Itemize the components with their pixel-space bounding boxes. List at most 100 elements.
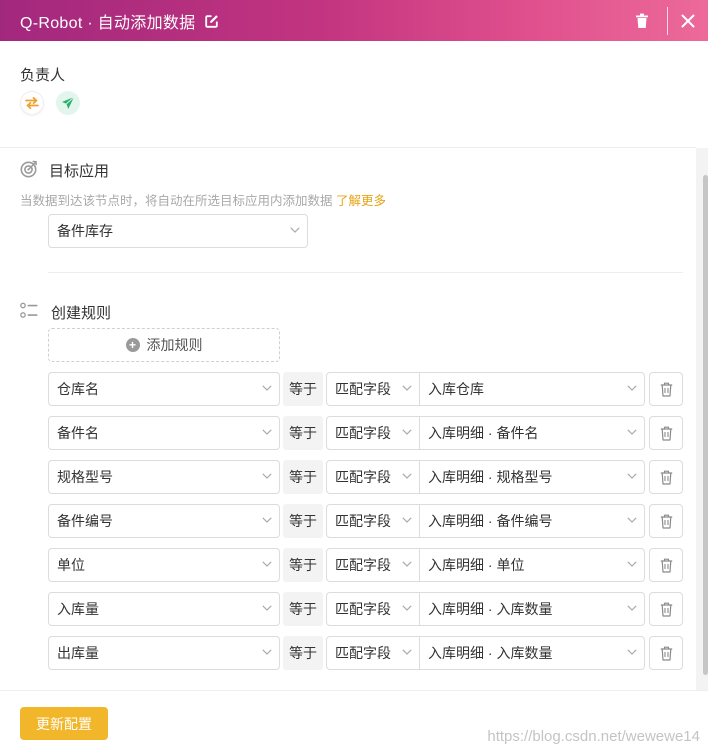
rule-field-value: 仓库名 [57, 381, 99, 397]
owner-switch-button[interactable] [20, 91, 44, 115]
rule-field-select[interactable]: 出库量 [48, 636, 280, 670]
owner-send-button[interactable] [56, 91, 80, 115]
rule-field-value: 入库量 [57, 601, 99, 617]
swap-icon [25, 97, 39, 109]
section-divider-2 [48, 272, 683, 273]
rule-operator: 等于 [283, 636, 323, 670]
rule-field-select[interactable]: 备件名 [48, 416, 280, 450]
close-button[interactable] [668, 0, 708, 41]
add-rule-label: 添加规则 [146, 337, 203, 353]
rule-value-text: 入库明细 · 入库数量 [428, 645, 553, 661]
edit-icon[interactable] [204, 14, 219, 28]
chevron-down-icon [627, 385, 637, 391]
rule-field-select[interactable]: 仓库名 [48, 372, 280, 406]
rule-mode-value: 匹配字段 [335, 601, 391, 617]
rule-mode-select[interactable]: 匹配字段 [326, 548, 420, 582]
update-config-button[interactable]: 更新配置 [20, 707, 108, 740]
chevron-down-icon [262, 561, 272, 567]
rule-value-text: 入库明细 · 规格型号 [428, 469, 553, 485]
rule-value-select[interactable]: 入库仓库 [419, 372, 645, 406]
chevron-down-icon [262, 473, 272, 479]
rule-mode-value: 匹配字段 [335, 381, 391, 397]
rule-value-select[interactable]: 入库明细 · 备件编号 [419, 504, 645, 538]
rule-operator: 等于 [283, 548, 323, 582]
close-icon [681, 14, 695, 27]
rule-value-select[interactable]: 入库明细 · 备件名 [419, 416, 645, 450]
rule-row: 备件编号 等于 匹配字段 入库明细 · 备件编号 [0, 504, 700, 538]
rule-operator: 等于 [283, 372, 323, 406]
rule-value-select[interactable]: 入库明细 · 单位 [419, 548, 645, 582]
rule-mode-select[interactable]: 匹配字段 [326, 372, 420, 406]
rule-field-value: 出库量 [57, 645, 99, 661]
rule-field-select[interactable]: 单位 [48, 548, 280, 582]
rule-operator: 等于 [283, 460, 323, 494]
target-app-select[interactable]: 备件库存 [48, 214, 308, 248]
learn-more-link[interactable]: 了解更多 [336, 194, 386, 208]
rule-row: 出库量 等于 匹配字段 入库明细 · 入库数量 [0, 636, 700, 670]
trash-icon [660, 426, 672, 441]
rule-mode-value: 匹配字段 [335, 557, 391, 573]
footer-divider [0, 690, 708, 691]
chevron-down-icon [262, 649, 272, 655]
section-divider [0, 147, 696, 148]
delete-rule-button[interactable] [649, 548, 683, 582]
rule-operator: 等于 [283, 592, 323, 626]
rules-title: 创建规则 [51, 305, 112, 322]
rule-field-value: 备件名 [57, 425, 99, 441]
rule-mode-select[interactable]: 匹配字段 [326, 636, 420, 670]
chevron-down-icon [262, 517, 272, 523]
chevron-down-icon [262, 605, 272, 611]
chevron-down-icon [402, 429, 412, 435]
plus-circle-icon: + [125, 338, 140, 352]
rule-value-select[interactable]: 入库明细 · 入库数量 [419, 592, 645, 626]
rule-value-select[interactable]: 入库明细 · 入库数量 [419, 636, 645, 670]
rule-mode-value: 匹配字段 [335, 645, 391, 661]
delete-robot-icon[interactable] [635, 13, 649, 29]
rule-mode-select[interactable]: 匹配字段 [326, 416, 420, 450]
rule-field-select[interactable]: 规格型号 [48, 460, 280, 494]
rule-row: 仓库名 等于 匹配字段 入库仓库 [0, 372, 700, 406]
delete-rule-button[interactable] [649, 416, 683, 450]
rule-value-text: 入库明细 · 备件名 [428, 425, 539, 441]
chevron-down-icon [402, 385, 412, 391]
rule-row: 入库量 等于 匹配字段 入库明细 · 入库数量 [0, 592, 700, 626]
trash-icon [660, 602, 672, 617]
delete-rule-button[interactable] [649, 372, 683, 406]
chevron-down-icon [402, 561, 412, 567]
trash-icon [660, 646, 672, 661]
rule-mode-select[interactable]: 匹配字段 [326, 460, 420, 494]
description-text: 当数据到达该节点时，将自动在所选目标应用内添加数据 [20, 194, 333, 208]
chevron-down-icon [627, 429, 637, 435]
rule-value-text: 入库明细 · 备件编号 [428, 513, 553, 529]
rule-mode-select[interactable]: 匹配字段 [326, 592, 420, 626]
rule-field-value: 规格型号 [57, 469, 113, 485]
rule-mode-value: 匹配字段 [335, 425, 391, 441]
rule-mode-value: 匹配字段 [335, 469, 391, 485]
rule-value-text: 入库仓库 [428, 381, 484, 397]
delete-rule-button[interactable] [649, 636, 683, 670]
chevron-down-icon [627, 517, 637, 523]
delete-rule-button[interactable] [649, 504, 683, 538]
rule-field-select[interactable]: 备件编号 [48, 504, 280, 538]
rule-field-select[interactable]: 入库量 [48, 592, 280, 626]
watermark-text: https://blog.csdn.net/wewewe14 [487, 728, 700, 745]
delete-rule-button[interactable] [649, 460, 683, 494]
chevron-down-icon [402, 649, 412, 655]
chevron-down-icon [262, 385, 272, 391]
chevron-down-icon [627, 473, 637, 479]
add-rule-button[interactable]: + 添加规则 [48, 328, 280, 362]
rule-row: 备件名 等于 匹配字段 入库明细 · 备件名 [0, 416, 700, 450]
target-app-description: 当数据到达该节点时，将自动在所选目标应用内添加数据 了解更多 [20, 190, 386, 209]
chevron-down-icon [402, 473, 412, 479]
chevron-down-icon [290, 227, 300, 233]
rule-value-select[interactable]: 入库明细 · 规格型号 [419, 460, 645, 494]
scrollbar-thumb[interactable] [703, 175, 708, 675]
trash-icon [660, 514, 672, 529]
dialog-header: Q-Robot · 自动添加数据 [0, 0, 708, 41]
rule-mode-select[interactable]: 匹配字段 [326, 504, 420, 538]
chevron-down-icon [402, 517, 412, 523]
rule-row: 规格型号 等于 匹配字段 入库明细 · 规格型号 [0, 460, 700, 494]
delete-rule-button[interactable] [649, 592, 683, 626]
rule-row: 单位 等于 匹配字段 入库明细 · 单位 [0, 548, 700, 582]
chevron-down-icon [627, 605, 637, 611]
